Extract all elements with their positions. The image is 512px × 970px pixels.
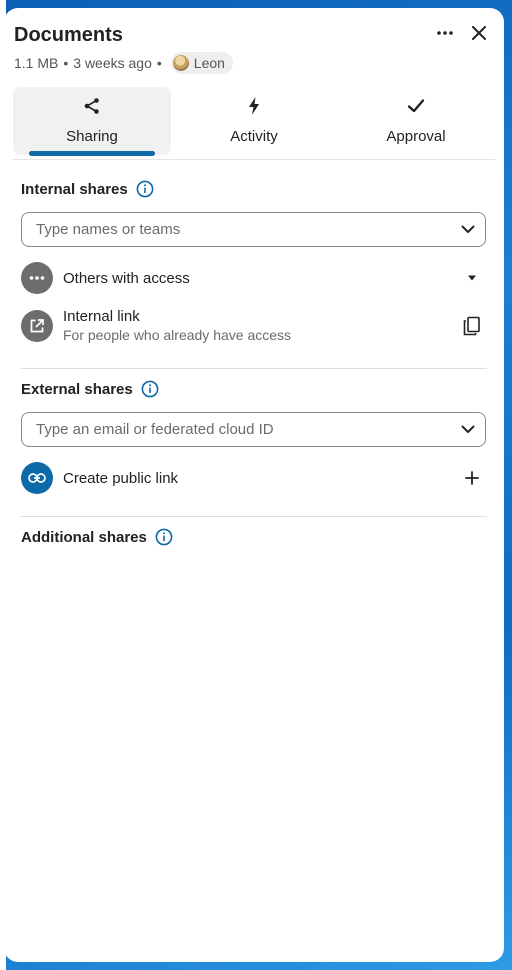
caret-down-icon: [468, 275, 476, 281]
copy-internal-link-button[interactable]: [457, 309, 487, 343]
owner-chip[interactable]: Leon: [170, 52, 233, 74]
external-search-input[interactable]: [34, 420, 451, 439]
internal-shares-title: Internal shares: [21, 180, 128, 198]
internal-link-row: Internal link For people who already hav…: [21, 308, 487, 343]
expand-others-toggle[interactable]: [457, 261, 487, 295]
file-size: 1.1 MB: [14, 55, 59, 71]
public-link-avatar: [21, 462, 53, 494]
others-avatar: [21, 262, 53, 294]
additional-shares-heading: Additional shares: [21, 528, 173, 546]
add-public-link-button[interactable]: [457, 461, 487, 495]
internal-link-title: Internal link: [63, 308, 140, 325]
sharing-sidebar: Documents 1.1 MB • 3 weeks ago • Leon Sh…: [4, 8, 504, 962]
additional-shares-title: Additional shares: [21, 528, 147, 546]
file-title: Documents: [14, 24, 123, 46]
more-horizontal-icon: [29, 276, 45, 280]
section-divider: [21, 368, 487, 369]
info-icon[interactable]: [141, 380, 159, 398]
internal-search-combobox[interactable]: [21, 212, 486, 247]
share-icon: [84, 98, 99, 114]
section-divider: [21, 516, 487, 517]
plus-icon: [465, 471, 479, 485]
more-actions-button[interactable]: [430, 18, 460, 48]
others-with-access-row[interactable]: Others with access: [21, 261, 487, 295]
chevron-down-icon: [461, 425, 475, 433]
tab-sharing[interactable]: Sharing: [13, 87, 171, 156]
file-modified: 3 weeks ago: [73, 55, 152, 71]
external-shares-heading: External shares: [21, 380, 159, 398]
internal-link-avatar: [21, 310, 53, 342]
info-icon[interactable]: [155, 528, 173, 546]
chevron-down-icon: [461, 225, 475, 233]
internal-shares-heading: Internal shares: [21, 180, 154, 198]
external-link-icon: [30, 319, 44, 333]
sidebar-tabs: Sharing Activity Approval: [13, 87, 495, 160]
owner-avatar: [172, 55, 189, 71]
meta-separator: •: [156, 55, 162, 71]
active-tab-indicator: [29, 151, 155, 156]
external-search-dropdown-toggle[interactable]: [451, 425, 485, 434]
tab-approval[interactable]: Approval: [337, 87, 495, 155]
sidebar-header: Documents 1.1 MB • 3 weeks ago • Leon: [14, 22, 494, 74]
more-horizontal-icon: [437, 31, 453, 35]
external-shares-title: External shares: [21, 380, 133, 398]
info-icon[interactable]: [136, 180, 154, 198]
create-public-link-row[interactable]: Create public link: [21, 461, 487, 495]
internal-link-subtitle: For people who already have access: [63, 327, 292, 343]
check-icon: [407, 99, 425, 113]
tab-label: Sharing: [66, 128, 118, 145]
create-public-link-label: Create public link: [63, 469, 179, 487]
lightning-icon: [249, 97, 259, 115]
copy-icon: [463, 316, 480, 336]
internal-search-dropdown-toggle[interactable]: [451, 225, 485, 234]
link-icon: [28, 473, 46, 483]
close-icon: [472, 26, 486, 40]
tab-activity[interactable]: Activity: [175, 87, 333, 155]
external-search-combobox[interactable]: [21, 412, 486, 447]
meta-separator: •: [63, 55, 69, 71]
others-with-access-label: Others with access: [63, 269, 190, 287]
close-button[interactable]: [464, 18, 494, 48]
tab-label: Activity: [230, 128, 278, 145]
file-meta: 1.1 MB • 3 weeks ago • Leon: [14, 52, 233, 74]
internal-search-input[interactable]: [34, 220, 451, 239]
owner-name: Leon: [193, 55, 225, 71]
tab-label: Approval: [386, 128, 446, 145]
